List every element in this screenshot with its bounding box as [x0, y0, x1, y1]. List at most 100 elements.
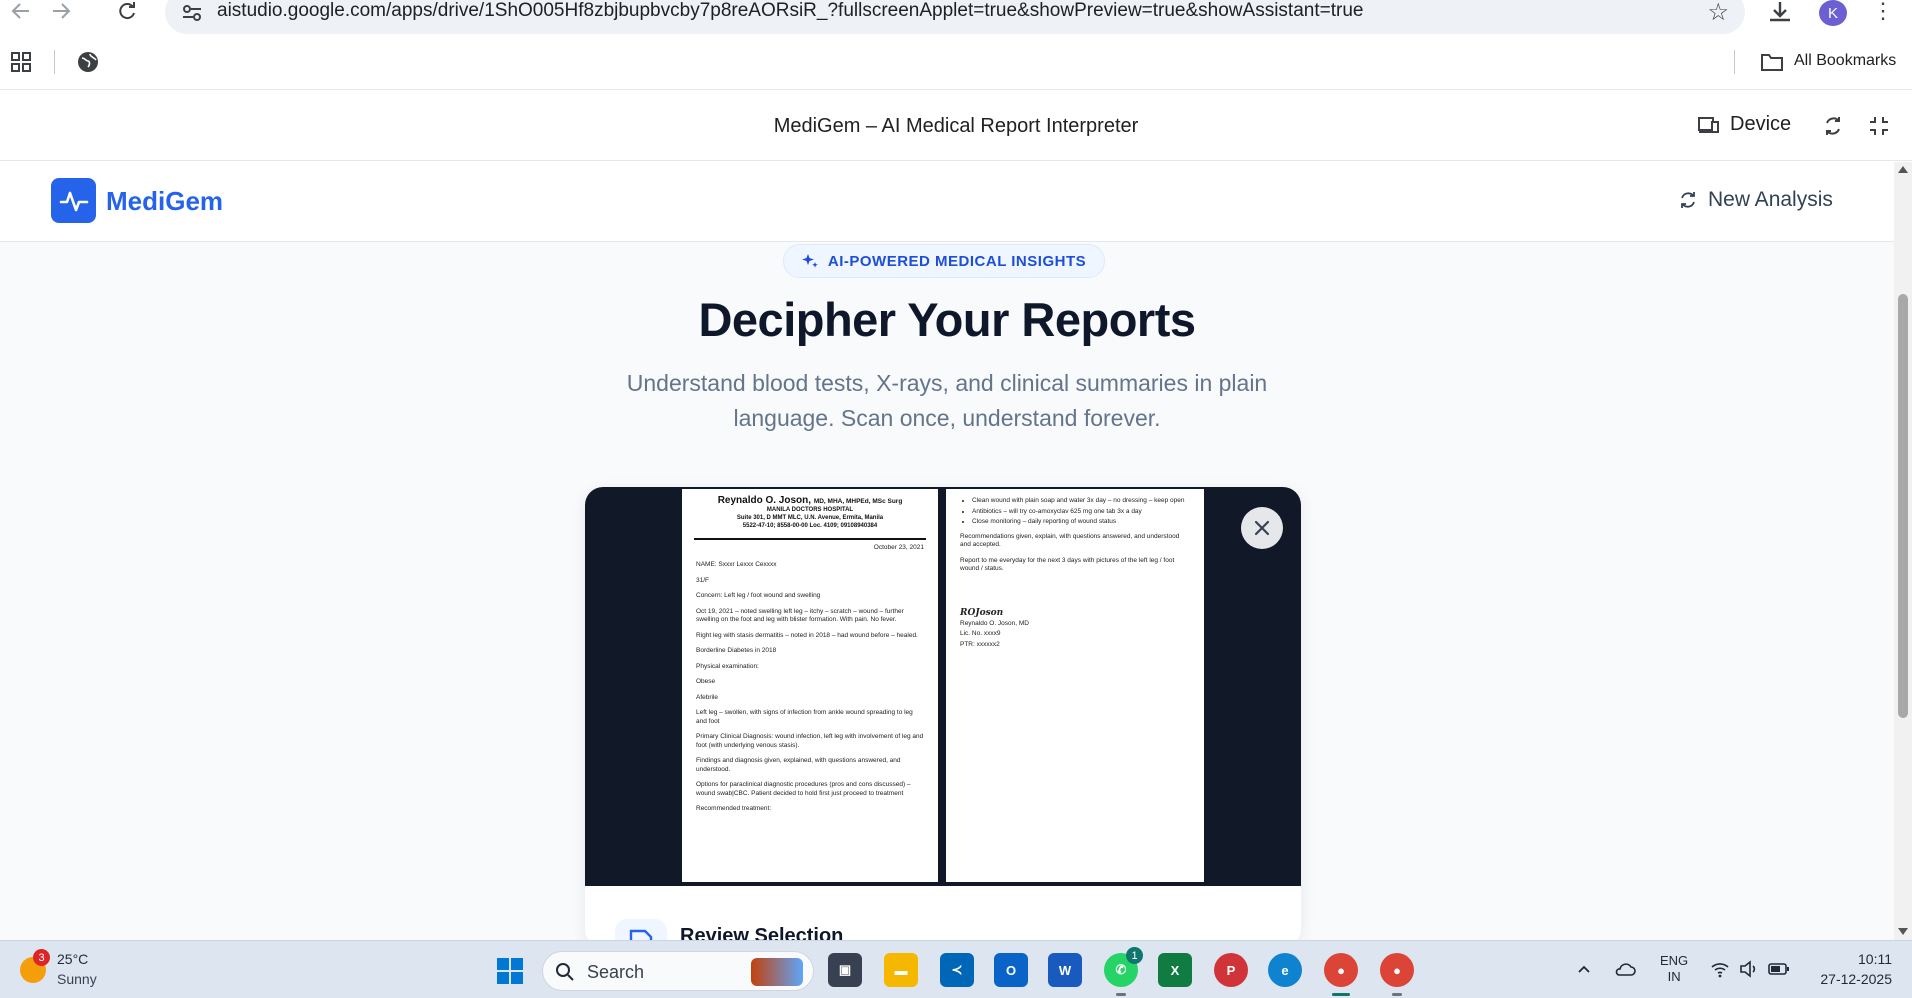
folder-icon[interactable]: [1760, 52, 1784, 72]
device-button[interactable]: Device: [1698, 113, 1791, 136]
onedrive-icon[interactable]: [1614, 959, 1636, 981]
file-explorer-icon[interactable]: ▬: [884, 953, 918, 987]
clock-date[interactable]: 27-12-2025: [1800, 971, 1892, 987]
chrome-profile-icon[interactable]: ●: [1380, 953, 1414, 987]
profile-avatar[interactable]: K: [1819, 0, 1847, 26]
doc-line: Right leg with stasis dermatitis – noted…: [696, 631, 918, 639]
doc-line: Physical examination:: [696, 662, 759, 670]
document-preview: Reynaldo O. Joson, MD, MHA, MHPEd, MSc S…: [585, 487, 1301, 886]
language-indicator[interactable]: ENG IN: [1660, 953, 1688, 985]
vscode-icon[interactable]: ≺: [940, 953, 974, 987]
document-page-left: Reynaldo O. Joson, MD, MHA, MHPEd, MSc S…: [682, 489, 938, 882]
app-viewport: MediGem New Analysis AI-POWERED MEDICAL …: [0, 162, 1894, 940]
doc-address: Suite 301, D MMT MLC, U.N. Avenue, Ermit…: [736, 515, 884, 521]
doc-bullet: Clean wound with plain soap and water 3x…: [972, 497, 1190, 506]
doc-line: Borderline Diabetes in 2018: [696, 647, 777, 654]
globe-bookmark-icon[interactable]: [76, 50, 100, 74]
all-bookmarks-link[interactable]: All Bookmarks: [1794, 52, 1896, 70]
sparkles-icon: [801, 254, 818, 268]
battery-icon[interactable]: [1768, 961, 1790, 977]
scroll-thumb[interactable]: [1898, 294, 1908, 718]
doc-line: Report to me everyday for the next 3 day…: [960, 556, 1175, 573]
new-analysis-label: New Analysis: [1708, 188, 1833, 211]
app-header: MediGem New Analysis: [0, 162, 1894, 242]
doc-line: Recommendations given, explain, with que…: [960, 532, 1180, 549]
doc-hospital: MANILA DOCTORS HOSPITAL: [766, 507, 854, 513]
device-icon: [1698, 116, 1719, 133]
doc-sig-line: Reynaldo O. Joson, MD: [960, 619, 1030, 627]
wifi-icon[interactable]: [1710, 959, 1730, 979]
doc-line: Findings and diagnosis given, explained,…: [696, 757, 901, 773]
doc-sig-line: PTR: xxxxxx2: [960, 640, 1000, 648]
windows-start-icon[interactable]: [496, 957, 524, 985]
chrome-running-indicator: [1392, 993, 1402, 996]
review-title: Review Selection: [680, 925, 844, 940]
weather-condition[interactable]: Sunny: [57, 971, 97, 987]
forward-icon[interactable]: [46, 0, 76, 22]
page-scrollbar[interactable]: [1894, 162, 1912, 940]
applet-header-bar: MediGem – AI Medical Report Interpreter …: [0, 91, 1912, 161]
back-icon[interactable]: [6, 0, 36, 22]
doc-line: NAME: Sxxxr Lexxx Cexxxx: [696, 561, 777, 568]
whatsapp-running-indicator: [1116, 993, 1126, 996]
doc-line: Afebrile: [696, 693, 719, 701]
doc-body-right: Recommendations given, explain, with que…: [946, 529, 1204, 650]
edge-icon[interactable]: e: [1268, 953, 1302, 987]
download-icon[interactable]: [1766, 0, 1794, 24]
doc-body-left: NAME: Sxxxr Lexxx Cexxxx 31/F Concern: L…: [682, 551, 938, 814]
doc-line: Left leg – swollen, with signs of infect…: [696, 709, 913, 725]
rotate-icon: [1681, 192, 1695, 208]
hero-subtitle: Understand blood tests, X-rays, and clin…: [626, 370, 1268, 431]
browser-menu-icon[interactable]: ⋮: [1872, 0, 1894, 24]
bookmark-star-icon[interactable]: ☆: [1707, 0, 1729, 27]
applet-title: MediGem – AI Medical Report Interpreter: [773, 115, 1139, 137]
address-bar[interactable]: aistudio.google.com/apps/drive/1ShO005Hf…: [165, 0, 1745, 34]
brand-name[interactable]: MediGem: [106, 186, 223, 217]
doc-treatment-list: Clean wound with plain soap and water 3x…: [946, 489, 1204, 527]
doc-letterhead: Reynaldo O. Joson, MD, MHA, MHPEd, MSc S…: [682, 489, 938, 530]
doc-line: Concern: Left leg / foot wound and swell…: [696, 592, 821, 599]
whatsapp-badge: 1: [1126, 947, 1143, 964]
upload-preview-card: Reynaldo O. Joson, MD, MHA, MHPEd, MSc S…: [585, 487, 1301, 940]
doc-signature: ROJoson: [960, 607, 1004, 618]
refresh-icon[interactable]: [1822, 115, 1844, 137]
taskbar-search[interactable]: Search: [542, 951, 814, 991]
new-analysis-button[interactable]: New Analysis: [1678, 188, 1833, 212]
logo[interactable]: [51, 178, 96, 223]
hero-title: Decipher Your Reports: [698, 293, 1196, 346]
scroll-down-arrow-icon[interactable]: [1898, 928, 1908, 935]
close-icon: [1254, 520, 1270, 536]
browser-toolbar: aistudio.google.com/apps/drive/1ShO005Hf…: [0, 0, 1912, 34]
doc-sig-line: Lic. No. xxxx9: [960, 630, 1001, 637]
device-label: Device: [1730, 113, 1792, 135]
word-icon[interactable]: W: [1048, 953, 1082, 987]
weather-badge: 3: [33, 949, 50, 966]
fullscreen-exit-icon[interactable]: [1868, 115, 1890, 137]
outlook-icon[interactable]: O: [994, 953, 1028, 987]
clock-time[interactable]: 10:11: [1800, 951, 1892, 967]
document-page-right: Clean wound with plain soap and water 3x…: [946, 489, 1204, 882]
pdf-reader-icon[interactable]: P: [1214, 953, 1248, 987]
doc-bullet: Close monitoring – daily reporting of wo…: [972, 518, 1190, 527]
close-preview-button[interactable]: [1241, 507, 1283, 549]
windows-taskbar: 3 25°C Sunny Search ▣ ▬ ≺ O W ✆ 1 X P e …: [0, 940, 1912, 998]
review-section: Review Selection: [585, 887, 1301, 940]
tray-overflow-icon[interactable]: [1576, 961, 1592, 977]
reload-icon[interactable]: [112, 0, 142, 22]
chrome-icon[interactable]: ●: [1324, 953, 1358, 987]
search-icon: [556, 963, 574, 981]
search-label: Search: [587, 962, 645, 982]
excel-icon[interactable]: X: [1158, 953, 1192, 987]
doc-divider: [694, 538, 926, 540]
volume-icon[interactable]: [1738, 959, 1758, 979]
bookmarks-bar: All Bookmarks: [0, 34, 1912, 90]
doc-doctor-name: Reynaldo O. Joson, MD, MHA, MHPEd, MSc S…: [717, 495, 903, 506]
task-view-icon[interactable]: ▣: [828, 953, 862, 987]
site-settings-icon[interactable]: [181, 2, 203, 24]
apps-grid-icon[interactable]: [10, 51, 32, 73]
weather-temp[interactable]: 25°C: [57, 951, 88, 967]
ai-badge: AI-POWERED MEDICAL INSIGHTS: [783, 244, 1105, 278]
doc-line: Recommended treatment:: [696, 805, 772, 812]
url-text[interactable]: aistudio.google.com/apps/drive/1ShO005Hf…: [217, 0, 1363, 22]
scroll-up-arrow-icon[interactable]: [1898, 166, 1908, 173]
